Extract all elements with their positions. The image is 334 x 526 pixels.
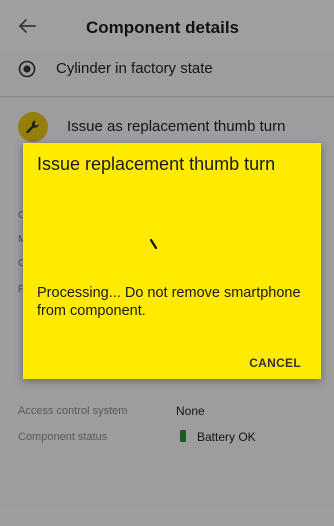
dialog-message: Processing... Do not remove smartphone f… bbox=[37, 285, 301, 319]
cancel-button[interactable]: CANCEL bbox=[249, 356, 301, 370]
processing-dialog: Issue replacement thumb turn Processing.… bbox=[23, 143, 321, 379]
dialog-title: Issue replacement thumb turn bbox=[37, 154, 276, 174]
spinner-icon bbox=[149, 238, 158, 250]
